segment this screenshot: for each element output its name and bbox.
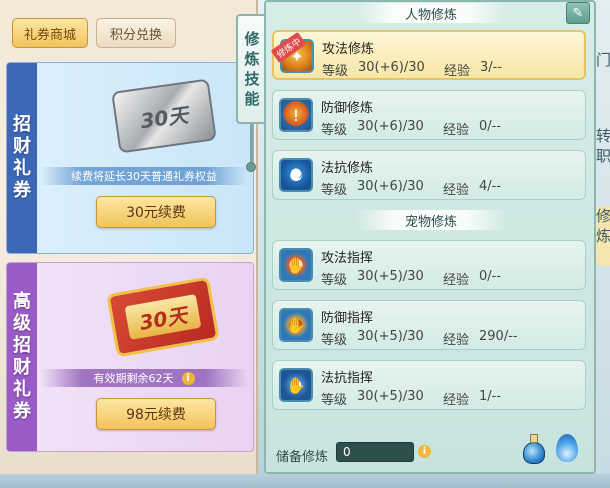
flame-icon[interactable] <box>554 430 580 464</box>
exp-label: 经验 <box>443 393 470 408</box>
list-item-pet-attack-command[interactable]: ✋ 攻法指挥 等级 30(+5)/30 经验 0/-- <box>272 240 586 290</box>
level-value: 30(+5)/30 <box>357 269 424 284</box>
premium-fortune-coupon-card: 高 级 招 财 礼 券 30天 有效期剩余62天 i 98元续费 <box>6 262 254 452</box>
tab-coupon-mall[interactable]: 礼券商城 <box>12 18 88 48</box>
exp-value: 1/-- <box>479 389 502 404</box>
coupon-shop-panel: 礼券商城 积分兑换 招 财 礼 券 30天 续费将延长30天普通礼券权益 30元… <box>0 0 258 488</box>
skill-name: 攻法修炼 <box>322 42 375 57</box>
fortune-coupon-vertical-label: 招 财 礼 券 <box>13 114 31 201</box>
pet-cultivation-title: 宠物修炼 <box>356 210 506 230</box>
level-label: 等级 <box>321 333 348 348</box>
skill-name: 防御修炼 <box>321 101 374 116</box>
gold-coupon-ticket-icon: 30天 <box>106 276 220 358</box>
defense-icon: ! <box>279 98 313 132</box>
tab-transfer[interactable]: 转 职 <box>596 126 610 166</box>
info-icon[interactable]: i <box>418 445 431 458</box>
skill-name: 法抗指挥 <box>321 371 374 386</box>
edit-icon[interactable]: ✎ <box>566 2 590 24</box>
level-label: 等级 <box>321 183 348 198</box>
exp-label: 经验 <box>443 123 470 138</box>
potion-icon[interactable] <box>522 432 546 464</box>
level-label: 等级 <box>321 273 348 288</box>
tab-cultivation[interactable]: 修 炼 <box>596 206 610 266</box>
list-item-attack-cultivation[interactable]: ✦ 修炼中 攻法修炼 等级 30(+6)/30 经验 3/-- <box>270 30 586 80</box>
exp-value: 0/-- <box>479 119 502 134</box>
exp-label: 经验 <box>443 273 470 288</box>
person-cultivation-title: 人物修炼 <box>356 3 506 23</box>
info-icon[interactable]: i <box>181 371 195 385</box>
tab-sect[interactable]: 门 <box>596 50 610 90</box>
level-value: 30(+5)/30 <box>357 329 424 344</box>
validity-note: 有效期剩余62天 i <box>41 369 247 387</box>
exp-label: 经验 <box>444 64 471 79</box>
level-value: 30(+5)/30 <box>357 389 424 404</box>
pet-defense-icon: ✋ <box>279 308 313 342</box>
level-label: 等级 <box>322 64 349 79</box>
skill-name: 防御指挥 <box>321 311 374 326</box>
skill-name: 攻法指挥 <box>321 251 374 266</box>
pet-resist-icon: ✋ <box>279 368 313 402</box>
level-label: 等级 <box>321 393 348 408</box>
exp-label: 经验 <box>443 183 470 198</box>
resist-icon: ☯ <box>279 158 313 192</box>
level-value: 30(+6)/30 <box>358 60 425 75</box>
renew-note: 续费将延长30天普通礼券权益 <box>41 167 247 185</box>
fortune-coupon-card: 招 财 礼 券 30天 续费将延长30天普通礼券权益 30元续费 <box>6 62 254 254</box>
exp-value: 3/-- <box>480 60 503 75</box>
skill-name: 法抗修炼 <box>321 161 374 176</box>
tab-points-exchange[interactable]: 积分兑换 <box>96 18 176 48</box>
level-value: 30(+6)/30 <box>357 179 424 194</box>
pet-attack-icon: ✋ <box>279 248 313 282</box>
list-item-pet-resist-command[interactable]: ✋ 法抗指挥 等级 30(+5)/30 经验 1/-- <box>272 360 586 410</box>
exp-value: 4/-- <box>479 179 502 194</box>
list-item-pet-defense-command[interactable]: ✋ 防御指挥 等级 30(+5)/30 经验 290/-- <box>272 300 586 350</box>
reserve-cultivation-field: 0 <box>336 442 414 462</box>
renew-98-button[interactable]: 98元续费 <box>96 398 216 430</box>
renew-30-button[interactable]: 30元续费 <box>96 196 216 228</box>
background-strip <box>0 474 610 488</box>
right-side-tabs: 门 转 职 修 炼 <box>596 0 610 488</box>
cultivation-panel: 人物修炼 ✎ ✦ 修炼中 攻法修炼 等级 30(+6)/30 经验 3/-- !… <box>264 0 596 474</box>
exp-label: 经验 <box>443 333 470 348</box>
tab-knob <box>246 162 256 172</box>
level-value: 30(+6)/30 <box>357 119 424 134</box>
list-item-defense-cultivation[interactable]: ! 防御修炼 等级 30(+6)/30 经验 0/-- <box>272 90 586 140</box>
list-item-resist-cultivation[interactable]: ☯ 法抗修炼 等级 30(+6)/30 经验 4/-- <box>272 150 586 200</box>
level-label: 等级 <box>321 123 348 138</box>
premium-coupon-vertical-label: 高 级 招 财 礼 券 <box>13 291 31 422</box>
exp-value: 0/-- <box>479 269 502 284</box>
exp-value: 290/-- <box>479 329 518 344</box>
silver-coupon-ticket-icon: 30天 <box>111 78 217 154</box>
reserve-cultivation-label: 储备修炼 <box>276 450 329 465</box>
